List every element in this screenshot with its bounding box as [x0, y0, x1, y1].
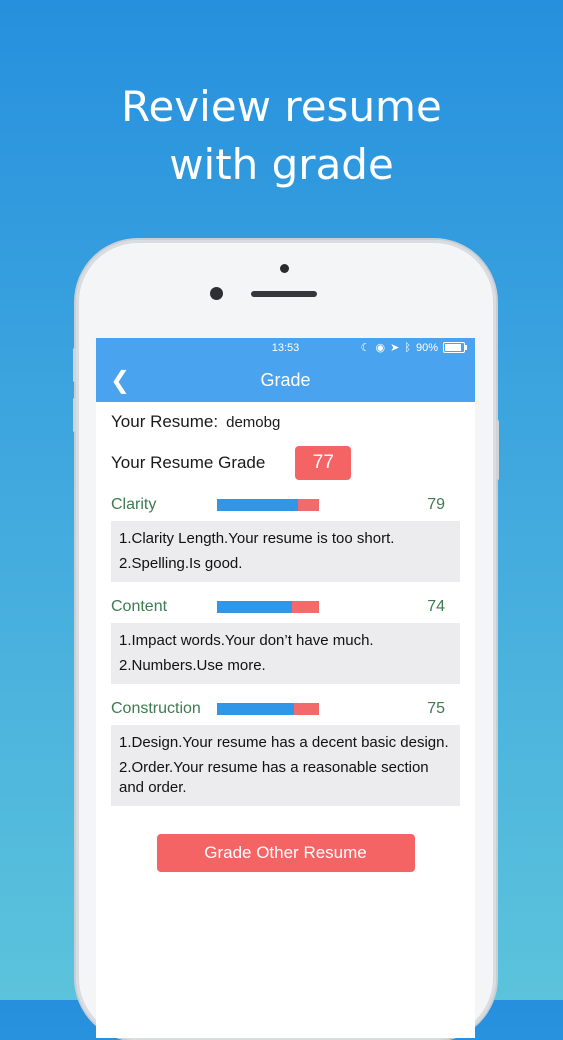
earpiece-speaker [251, 291, 317, 297]
note-item: 1.Design.Your resume has a decent basic … [119, 734, 449, 751]
lock-rotation-icon: ◉ [375, 342, 386, 354]
note-item: 1.Clarity Length.Your resume is too shor… [119, 530, 395, 547]
resume-name: demobg [226, 414, 281, 431]
status-bar: 13:53 ☾ ◉ ➤ ᛒ 90% [96, 338, 475, 358]
battery-percent: 90% [415, 341, 438, 354]
promo-headline: Review resume with grade [0, 78, 563, 194]
note-item: 2.Order.Your resume has a reasonable sec… [119, 759, 429, 796]
phone-frame: 13:53 ☾ ◉ ➤ ᛒ 90% ❮ Grade Your Resume: d… [73, 240, 499, 1040]
bluetooth-icon: ᛒ [404, 341, 411, 354]
note-item: 1.Impact words.Your don’t have much. [119, 632, 374, 649]
grade-row: Your Resume Grade 77 [111, 446, 460, 480]
volume-down-button [73, 398, 76, 432]
resume-row: Your Resume: demobg [111, 412, 460, 432]
section-score: 75 [427, 700, 445, 717]
headline-line-1: Review resume [121, 82, 442, 131]
location-icon: ➤ [390, 342, 400, 354]
section-score: 79 [427, 496, 445, 513]
section-clarity: Clarity 79 1.Clarity Length.Your resume … [111, 494, 460, 582]
headline-line-2: with grade [169, 140, 394, 189]
back-chevron-icon[interactable]: ❮ [110, 366, 130, 395]
moon-icon: ☾ [360, 342, 371, 354]
section-notes: 1.Impact words.Your don’t have much. 2.N… [111, 623, 460, 684]
section-score: 74 [427, 598, 445, 615]
proximity-sensor [280, 264, 289, 273]
power-button [496, 420, 499, 480]
note-item: 2.Numbers.Use more. [119, 657, 266, 674]
score-bar [217, 601, 319, 613]
battery-icon [443, 342, 467, 353]
volume-up-button [73, 348, 76, 382]
section-name: Content [111, 598, 168, 615]
status-indicators: ☾ ◉ ➤ ᛒ 90% [360, 341, 467, 354]
section-notes: 1.Design.Your resume has a decent basic … [111, 725, 460, 806]
resume-label: Your Resume: [111, 412, 219, 431]
grade-other-resume-button[interactable]: Grade Other Resume [156, 834, 415, 872]
section-name: Clarity [111, 496, 157, 513]
section-content: Content 74 1.Impact words.Your don’t hav… [111, 596, 460, 684]
section-construction: Construction 75 1.Design.Your resume has… [111, 698, 460, 806]
score-bar [217, 703, 319, 715]
front-camera [210, 287, 223, 300]
grade-badge: 77 [295, 446, 352, 480]
score-bar [217, 499, 319, 511]
nav-bar: ❮ Grade [96, 358, 475, 402]
app-screen: 13:53 ☾ ◉ ➤ ᛒ 90% ❮ Grade Your Resume: d… [96, 338, 475, 1038]
section-name: Construction [111, 700, 201, 717]
section-notes: 1.Clarity Length.Your resume is too shor… [111, 521, 460, 582]
note-item: 2.Spelling.Is good. [119, 555, 243, 572]
grade-content: Your Resume: demobg Your Resume Grade 77… [96, 412, 475, 872]
grade-label: Your Resume Grade [111, 453, 266, 472]
nav-title: Grade [260, 369, 311, 390]
